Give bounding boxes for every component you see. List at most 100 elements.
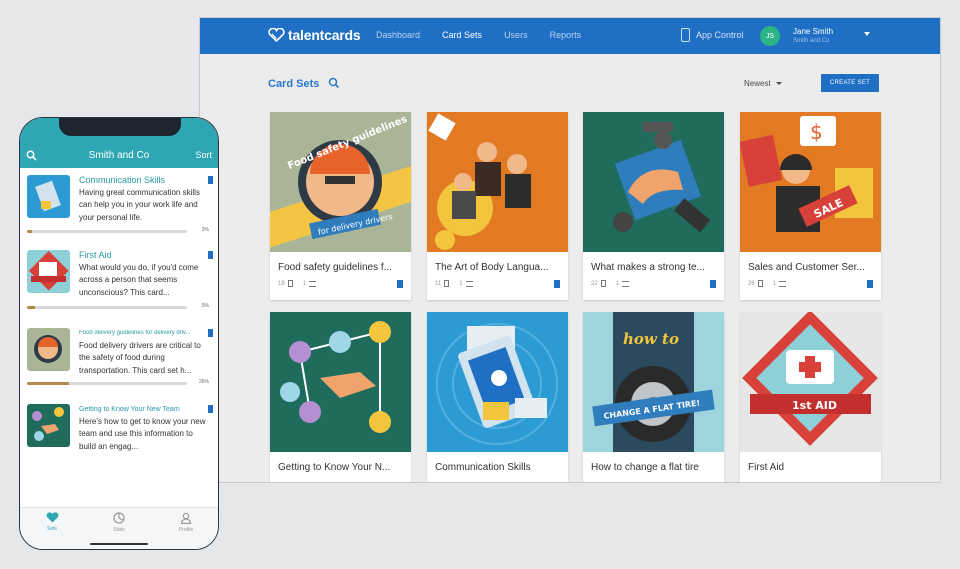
card-count: 22 — [591, 280, 598, 287]
tab-profile[interactable]: Profile — [166, 512, 206, 533]
app-control-label: App Control — [696, 30, 744, 40]
card-set-tile[interactable]: What makes a strong te... 22 1 — [583, 112, 724, 300]
pie-chart-icon — [113, 512, 125, 524]
phone-icon — [681, 28, 690, 42]
card-thumbnail-know-team — [270, 312, 411, 452]
item-title: Communication Skills — [79, 175, 166, 185]
card-art-text: 1st AID — [792, 399, 837, 412]
card-thumbnail-first-aid: 1st AID — [740, 312, 881, 452]
item-thumbnail — [27, 404, 70, 447]
app-control-link[interactable]: App Control — [681, 28, 744, 42]
nav-card-sets[interactable]: Card Sets — [442, 30, 482, 40]
card-set-tile[interactable]: $ SALE Sales and Customer Ser... 26 1 — [740, 112, 881, 300]
nav-reports[interactable]: Reports — [550, 30, 582, 40]
item-title: First Aid — [79, 250, 112, 260]
bookmark-icon — [554, 280, 560, 288]
card-title: Food safety guidelines f... — [278, 262, 392, 273]
logo-text: talentcards — [288, 27, 361, 43]
search-icon[interactable] — [328, 77, 340, 89]
bookmark-icon — [208, 251, 213, 259]
main-nav: Dashboard Card Sets Users Reports — [376, 30, 603, 40]
page-title: Card Sets — [268, 78, 320, 90]
mobile-sort-button[interactable]: Sort — [195, 150, 212, 160]
item-description: Having great communication skills can he… — [79, 188, 200, 222]
home-indicator — [90, 543, 148, 545]
tab-sets[interactable]: Sets — [32, 512, 72, 532]
card-set-tile[interactable]: Getting to Know Your N... — [270, 312, 411, 482]
card-thumbnail-body-language — [427, 112, 568, 252]
tab-label: Stats — [113, 527, 125, 533]
avatar[interactable]: JS — [760, 26, 780, 46]
card-title: Sales and Customer Ser... — [748, 262, 865, 273]
item-title: Food delivery guidelines for delivery dr… — [79, 330, 191, 336]
top-navbar: talentcards Dashboard Card Sets Users Re… — [200, 18, 940, 54]
card-title: Getting to Know Your N... — [278, 462, 391, 473]
card-meta: 11 1 — [435, 280, 473, 287]
user-org: Smith and Co — [793, 38, 830, 44]
card-thumbnail-communication — [427, 312, 568, 452]
card-art-text: how to — [623, 330, 679, 348]
card-count: 18 — [278, 280, 285, 287]
item-thumbnail — [27, 175, 70, 218]
card-set-tile[interactable]: Communication Skills — [427, 312, 568, 482]
card-thumbnail-strong-team — [583, 112, 724, 252]
progress-bar — [27, 230, 187, 233]
card-thumbnail-food-safety: for delivery drivers Food safety guideli… — [270, 112, 411, 252]
mobile-title: Smith and Co — [88, 150, 150, 161]
list-item[interactable]: Communication Skills Having great commun… — [27, 175, 213, 235]
item-description: Here's how to get to know your new team … — [79, 417, 206, 451]
brand-logo[interactable]: talentcards — [268, 27, 361, 43]
item-description: Food delivery drivers are critical to th… — [79, 341, 201, 375]
card-count: 26 — [748, 280, 755, 287]
card-set-tile[interactable]: for delivery drivers Food safety guideli… — [270, 112, 411, 300]
card-count: 1 — [772, 280, 777, 287]
mobile-header: Smith and Co Sort — [20, 118, 218, 168]
chevron-down-icon — [775, 82, 782, 85]
nav-dashboard[interactable]: Dashboard — [376, 30, 420, 40]
card-meta: 22 1 — [591, 280, 630, 287]
card-set-tile[interactable]: how to CHANGE A FLAT TIRE! How to change… — [583, 312, 724, 482]
nav-users[interactable]: Users — [504, 30, 528, 40]
desktop-window: talentcards Dashboard Card Sets Users Re… — [199, 17, 941, 483]
list-item[interactable]: Getting to Know Your New Team Here's how… — [27, 404, 213, 464]
card-thumbnail-sales: $ SALE — [740, 112, 881, 252]
card-title: The Art of Body Langua... — [435, 262, 549, 273]
bookmark-icon — [208, 176, 213, 184]
card-title: What makes a strong te... — [591, 262, 705, 273]
card-title: First Aid — [748, 462, 785, 473]
card-meta: 26 1 — [748, 280, 787, 287]
card-set-tile[interactable]: The Art of Body Langua... 11 1 — [427, 112, 568, 300]
document-icon — [600, 280, 606, 287]
mobile-phone: Smith and Co Sort Communication Skills H… — [19, 117, 219, 550]
card-thumbnail-flat-tire: how to CHANGE A FLAT TIRE! — [583, 312, 724, 452]
heart-icon — [46, 512, 58, 523]
card-set-tile[interactable]: 1st AID First Aid — [740, 312, 881, 482]
list-icon — [622, 280, 630, 287]
card-art-text: $ — [810, 120, 823, 144]
phone-notch — [59, 118, 181, 136]
bookmark-icon — [710, 280, 716, 288]
bookmark-icon — [208, 329, 213, 337]
list-icon — [309, 280, 317, 287]
chevron-down-icon[interactable] — [864, 32, 870, 36]
item-title: Getting to Know Your New Team — [79, 406, 180, 413]
bookmark-icon — [867, 280, 873, 288]
sort-dropdown[interactable]: Newest — [744, 79, 782, 88]
card-count: 1 — [302, 280, 307, 287]
tab-stats[interactable]: Stats — [99, 512, 139, 533]
progress-bar — [27, 382, 187, 385]
card-title: Communication Skills — [435, 462, 531, 473]
document-icon — [757, 280, 763, 287]
item-thumbnail — [27, 328, 70, 371]
list-item[interactable]: First Aid What would you do, if you'd co… — [27, 250, 213, 310]
user-name[interactable]: Jane Smith — [793, 27, 833, 36]
list-icon — [465, 280, 473, 287]
list-item[interactable]: Food delivery guidelines for delivery dr… — [27, 328, 213, 388]
item-description: What would you do, if you'd come across … — [79, 263, 199, 297]
card-meta: 18 1 — [278, 280, 317, 287]
create-set-button[interactable]: CREATE SET — [821, 74, 879, 92]
bookmark-icon — [397, 280, 403, 288]
heart-logo-icon — [268, 28, 285, 42]
list-icon — [779, 280, 787, 287]
progress-percent: 3% — [201, 227, 209, 233]
